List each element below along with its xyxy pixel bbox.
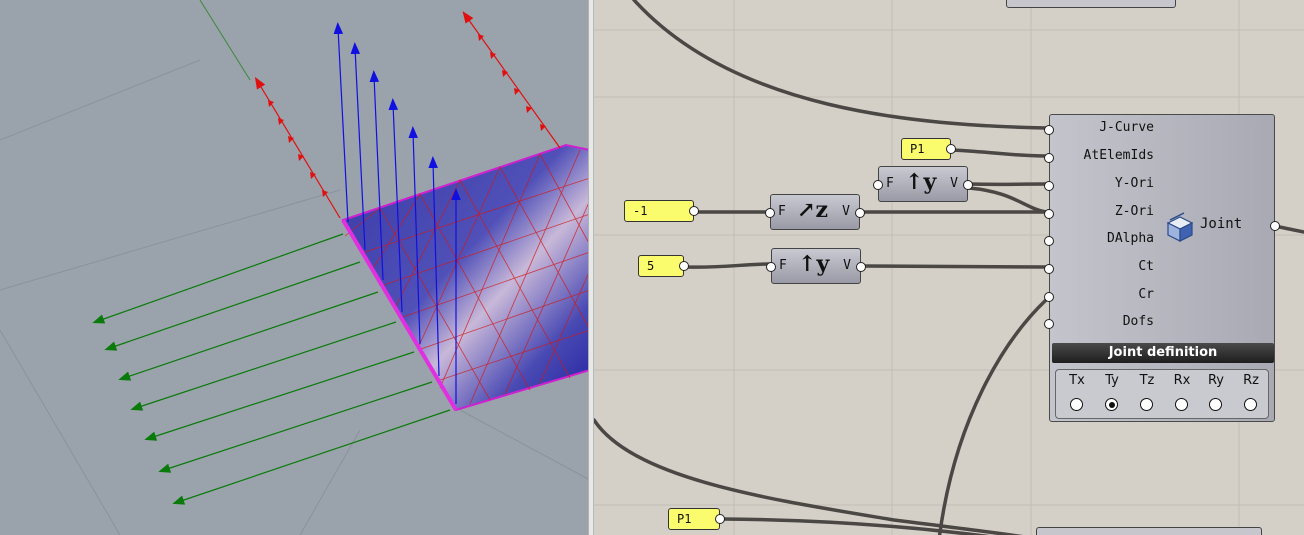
vector-output-grip[interactable] xyxy=(856,262,866,272)
input-at-elem-ids: AtElemIds xyxy=(1083,148,1154,163)
unit-y-icon: ↑y xyxy=(798,251,830,277)
factor-input-label: F xyxy=(886,176,894,191)
dof-radio-group: Tx Ty Tz Rx Ry Rz xyxy=(1055,369,1269,419)
input-grip-at-elem-ids[interactable] xyxy=(1044,153,1054,163)
dof-radio-tx[interactable] xyxy=(1070,398,1083,411)
dof-radio-ry[interactable] xyxy=(1209,398,1222,411)
grasshopper-canvas[interactable]: P1 -1 5 P1 F ↑y V F ↗z V F ↑y V J-Curve … xyxy=(594,0,1304,535)
viewport-scene xyxy=(0,0,590,535)
dof-label-rx: Rx xyxy=(1173,373,1191,388)
unit-z-icon: ↗z xyxy=(797,197,828,223)
factor-input-label: F xyxy=(779,258,787,273)
vector-output-label: V xyxy=(842,204,850,219)
factor-input-grip[interactable] xyxy=(766,262,776,272)
panel-output-grip[interactable] xyxy=(946,144,956,154)
input-dofs: Dofs xyxy=(1122,314,1154,329)
input-d-alpha: DAlpha xyxy=(1107,231,1154,246)
input-grip-z-ori[interactable] xyxy=(1044,209,1054,219)
unit-y-icon: ↑y xyxy=(905,169,937,195)
dof-radio-ty[interactable] xyxy=(1105,398,1118,411)
vector-output-grip[interactable] xyxy=(855,208,865,218)
panel-p1-top[interactable]: P1 xyxy=(901,138,956,160)
input-j-curve: J-Curve xyxy=(1099,120,1154,135)
panel-minus-one[interactable]: -1 xyxy=(624,200,699,222)
unit-y-vector-component-bottom[interactable]: F ↑y V xyxy=(766,248,866,284)
dof-label-ty: Ty xyxy=(1105,373,1119,388)
input-z-ori: Z-Ori xyxy=(1114,204,1154,219)
dof-radio-tz[interactable] xyxy=(1140,398,1153,411)
dof-radio-rx[interactable] xyxy=(1175,398,1188,411)
dof-label-tz: Tz xyxy=(1139,373,1155,388)
output-joint: Joint xyxy=(1200,216,1243,232)
input-grip-dofs[interactable] xyxy=(1044,319,1054,329)
input-grip-cr[interactable] xyxy=(1044,292,1054,302)
input-grip-ct[interactable] xyxy=(1044,264,1054,274)
vector-output-grip[interactable] xyxy=(963,180,973,190)
input-grip-d-alpha[interactable] xyxy=(1044,236,1054,246)
component-title-bar: Joint definition xyxy=(1052,343,1274,363)
vector-output-label: V xyxy=(950,176,958,191)
panel-text: P1 xyxy=(910,142,925,156)
joint-cube-icon xyxy=(1166,212,1194,242)
component-stub-top[interactable] xyxy=(1006,0,1176,8)
panel-output-grip[interactable] xyxy=(715,514,725,524)
dof-label-rz: Rz xyxy=(1243,373,1259,388)
unit-z-vector-component[interactable]: F ↗z V xyxy=(765,194,865,230)
input-grip-y-ori[interactable] xyxy=(1044,181,1054,191)
component-stub-bottom[interactable] xyxy=(1036,527,1262,535)
input-cr: Cr xyxy=(1138,287,1154,302)
output-grip-joint[interactable] xyxy=(1270,221,1280,231)
panel-text: -1 xyxy=(633,204,648,218)
input-grip-j-curve[interactable] xyxy=(1044,125,1054,135)
panel-output-grip[interactable] xyxy=(679,261,689,271)
dof-label-ry: Ry xyxy=(1207,373,1224,388)
panel-text: P1 xyxy=(677,512,692,526)
panel-p1-bottom[interactable]: P1 xyxy=(668,508,725,530)
factor-input-grip[interactable] xyxy=(873,180,883,190)
input-y-ori: Y-Ori xyxy=(1114,176,1154,191)
panel-five[interactable]: 5 xyxy=(638,255,689,277)
panel-text: 5 xyxy=(647,259,655,273)
joint-definition-component[interactable]: J-Curve AtElemIds Y-Ori Z-Ori DAlpha Ct … xyxy=(1044,114,1280,422)
input-ct: Ct xyxy=(1138,259,1154,274)
dof-label-tx: Tx xyxy=(1069,373,1085,388)
panel-output-grip[interactable] xyxy=(689,206,699,216)
unit-y-vector-component-top[interactable]: F ↑y V xyxy=(873,166,973,202)
factor-input-grip[interactable] xyxy=(765,208,775,218)
rhino-viewport[interactable] xyxy=(0,0,590,535)
factor-input-label: F xyxy=(778,204,786,219)
vector-output-label: V xyxy=(843,258,851,273)
dof-radio-rz[interactable] xyxy=(1244,398,1257,411)
